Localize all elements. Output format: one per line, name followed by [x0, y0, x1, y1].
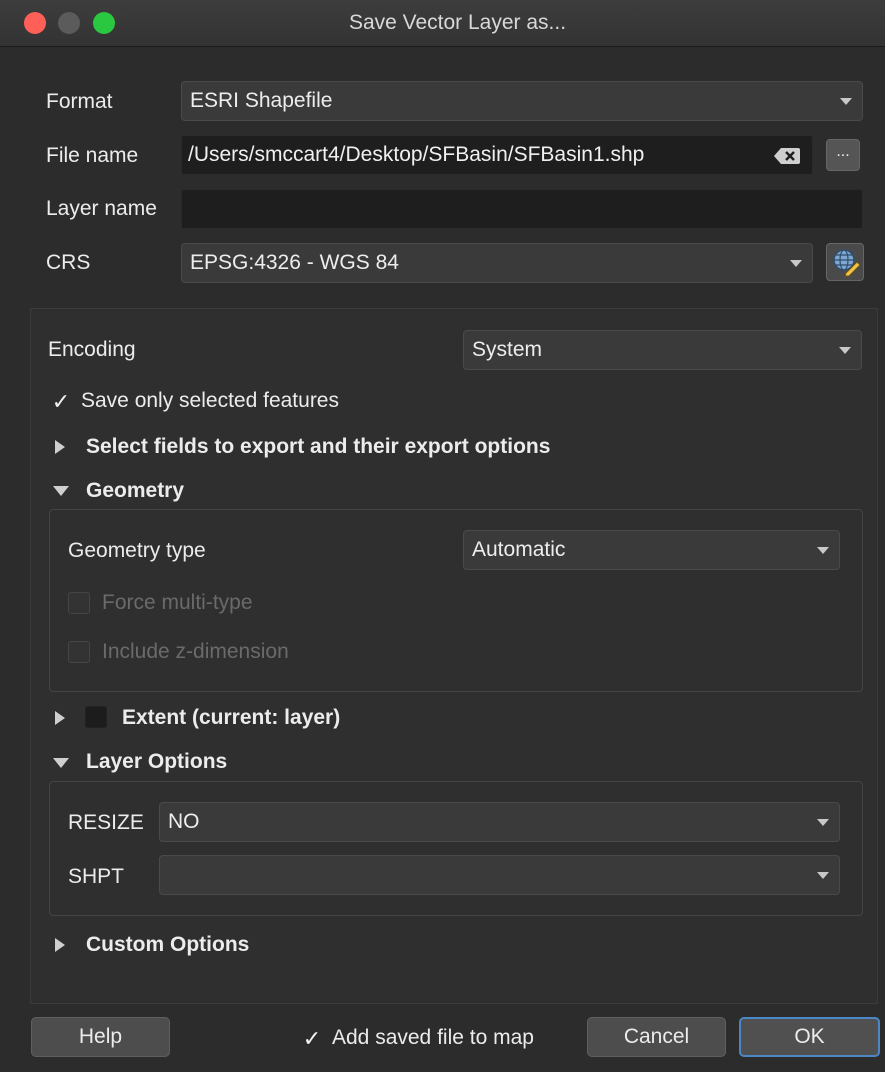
- custom-options-section-header[interactable]: Custom Options: [86, 933, 249, 957]
- encoding-select[interactable]: System: [463, 330, 862, 370]
- filename-value: /Users/smccart4/Desktop/SFBasin/SFBasin1…: [188, 143, 645, 166]
- chevron-down-icon: [790, 260, 802, 267]
- force-multi-label: Force multi-type: [102, 591, 253, 614]
- extent-section-header[interactable]: Extent (current: layer): [122, 706, 340, 730]
- format-select[interactable]: ESRI Shapefile: [181, 81, 863, 121]
- save-vector-layer-dialog: Save Vector Layer as... Format ESRI Shap…: [0, 0, 885, 1072]
- extent-checkbox[interactable]: [85, 706, 107, 728]
- title-bar: Save Vector Layer as...: [0, 0, 885, 47]
- chevron-down-icon: [839, 347, 851, 354]
- save-selected-label: Save only selected features: [81, 389, 339, 412]
- include-z-checkbox[interactable]: [68, 641, 90, 663]
- format-label: Format: [46, 90, 113, 113]
- shpt-label: SHPT: [68, 865, 125, 888]
- resize-select[interactable]: NO: [159, 802, 840, 842]
- expand-arrow-icon[interactable]: [55, 711, 65, 725]
- cancel-button[interactable]: Cancel: [587, 1017, 726, 1057]
- include-z-label: Include z-dimension: [102, 640, 289, 663]
- format-value: ESRI Shapefile: [190, 89, 333, 112]
- filename-input[interactable]: /Users/smccart4/Desktop/SFBasin/SFBasin1…: [181, 135, 813, 175]
- geometry-type-select[interactable]: Automatic: [463, 530, 840, 570]
- resize-value: NO: [168, 810, 200, 833]
- chevron-down-icon: [817, 872, 829, 879]
- collapse-arrow-icon[interactable]: [53, 758, 69, 768]
- resize-label: RESIZE: [68, 811, 144, 834]
- chevron-down-icon: [840, 98, 852, 105]
- crs-select[interactable]: EPSG:4326 - WGS 84: [181, 243, 813, 283]
- select-fields-section-header[interactable]: Select fields to export and their export…: [86, 435, 550, 459]
- geometry-type-label: Geometry type: [68, 539, 206, 562]
- help-button[interactable]: Help: [31, 1017, 170, 1057]
- window-title: Save Vector Layer as...: [348, 11, 567, 34]
- encoding-label: Encoding: [48, 338, 136, 361]
- add-to-map-label: Add saved file to map: [332, 1026, 534, 1049]
- layername-input[interactable]: [181, 189, 863, 229]
- expand-arrow-icon[interactable]: [55, 938, 65, 952]
- chevron-down-icon: [817, 819, 829, 826]
- filename-label: File name: [46, 144, 139, 167]
- layer-options-section-header[interactable]: Layer Options: [86, 750, 227, 774]
- crs-value: EPSG:4326 - WGS 84: [190, 251, 399, 274]
- expand-arrow-icon[interactable]: [55, 440, 65, 454]
- crs-label: CRS: [46, 251, 91, 274]
- encoding-value: System: [472, 338, 543, 361]
- collapse-arrow-icon[interactable]: [53, 486, 69, 496]
- clear-text-icon[interactable]: [774, 147, 800, 165]
- browse-file-button[interactable]: ...: [826, 139, 860, 171]
- shpt-select[interactable]: [159, 855, 840, 895]
- save-selected-checkbox[interactable]: ✓: [50, 391, 72, 413]
- ok-button[interactable]: OK: [739, 1017, 880, 1057]
- select-crs-button[interactable]: [826, 243, 864, 281]
- geometry-type-value: Automatic: [472, 538, 566, 561]
- geometry-section-header[interactable]: Geometry: [86, 479, 184, 503]
- globe-crs-icon: [833, 249, 861, 277]
- force-multi-checkbox[interactable]: [68, 592, 90, 614]
- add-to-map-checkbox[interactable]: ✓: [301, 1028, 323, 1050]
- layername-label: Layer name: [46, 197, 157, 220]
- chevron-down-icon: [817, 547, 829, 554]
